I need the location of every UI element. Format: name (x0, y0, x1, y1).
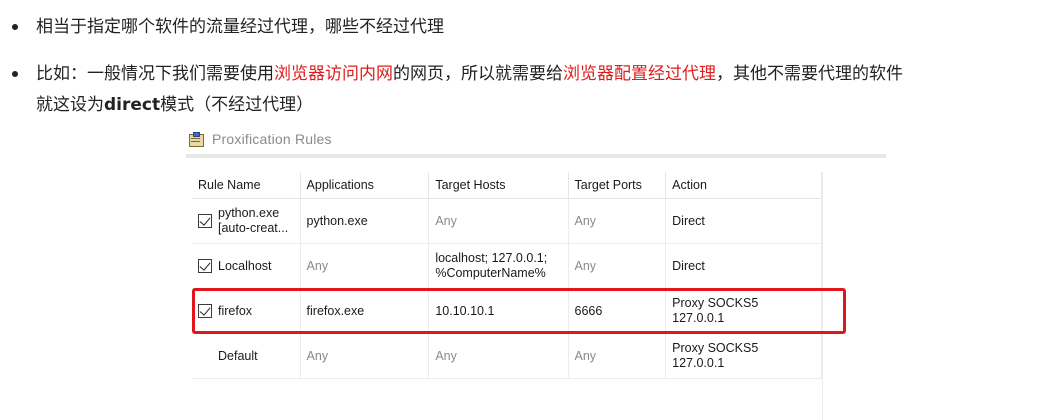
target-hosts-cell: localhost; 127.0.0.1; %ComputerName% (428, 243, 569, 289)
action-line2: 127.0.0.1 (672, 311, 725, 325)
target-hosts-line1: localhost; 127.0.0.1; (435, 251, 548, 265)
column-divider (822, 172, 823, 420)
rule-enabled-checkbox[interactable] (198, 259, 212, 273)
bullet-dot (12, 24, 18, 30)
panel-title-bar: Proxification Rules (186, 128, 886, 150)
target-ports-cell: Any (568, 198, 667, 244)
rule-name: Localhost (218, 259, 272, 273)
rule-name-cell: Localhost (192, 243, 301, 289)
panel-title: Proxification Rules (212, 131, 332, 147)
bullet-2-cont-b: 模式（不经过代理） (160, 95, 314, 115)
bullet-2-text-b: 的网页，所以就需要给 (393, 64, 563, 84)
applications-cell: Any (300, 333, 430, 379)
rule-row-python[interactable]: python.exe [auto-creat... python.exe Any… (192, 198, 822, 244)
rules-table: Rule Name Applications Target Hosts Targ… (192, 172, 822, 379)
action-line1: Proxy SOCKS5 (672, 341, 759, 355)
bullet-dot (12, 71, 18, 77)
bullet-2-red-browser-intranet: 浏览器访问内网 (274, 64, 393, 84)
rule-row-firefox[interactable]: firefox firefox.exe 10.10.10.1 6666 Prox… (192, 288, 822, 334)
rules-grid: Rule Name Applications Target Hosts Targ… (192, 172, 886, 420)
rule-name: firefox (218, 304, 253, 318)
bullet-line-2: 比如：一般情况下我们需要使用浏览器访问内网的网页，所以就需要给浏览器配置经过代理… (36, 60, 903, 88)
target-ports-cell: Any (568, 243, 667, 289)
proxification-rules-panel: Proxification Rules Rule Name Applicatio… (186, 128, 886, 420)
action-cell: Proxy SOCKS5 127.0.0.1 (665, 288, 822, 334)
column-header-action[interactable]: Action (665, 172, 822, 199)
bullet-2-text-a: 比如：一般情况下我们需要使用 (36, 64, 274, 84)
bullet-2-text-c: ，其他不需要代理的软件 (716, 64, 903, 84)
bullet-line-2-continuation: 就这设为direct模式（不经过代理） (36, 91, 313, 119)
column-header-target-ports[interactable]: Target Ports (568, 172, 667, 199)
target-ports-cell: 6666 (568, 288, 667, 334)
action-line2: 127.0.0.1 (672, 356, 725, 370)
applications-cell: python.exe (300, 198, 430, 244)
action-cell: Direct (665, 198, 822, 244)
bullet-line-1: 相当于指定哪个软件的流量经过代理，哪些不经过代理 (36, 13, 444, 41)
column-header-target-hosts[interactable]: Target Hosts (428, 172, 569, 199)
rule-enabled-checkbox[interactable] (198, 304, 212, 318)
applications-cell: firefox.exe (300, 288, 430, 334)
rule-row-localhost[interactable]: Localhost Any localhost; 127.0.0.1; %Com… (192, 243, 822, 289)
rule-name: Default (218, 349, 258, 363)
bullet-2-cont-direct: direct (104, 95, 161, 115)
bullet-2-cont-a: 就这设为 (36, 95, 104, 115)
target-hosts-cell: 10.10.10.1 (428, 288, 569, 334)
rules-list-icon (188, 131, 204, 147)
target-ports-cell: Any (568, 333, 667, 379)
column-header-rule-name[interactable]: Rule Name (192, 172, 301, 199)
action-line1: Proxy SOCKS5 (672, 296, 759, 310)
rule-name-cell: firefox (192, 288, 301, 334)
applications-cell: Any (300, 243, 430, 289)
column-header-applications[interactable]: Applications (300, 172, 430, 199)
rule-name-line2: [auto-creat... (218, 221, 289, 235)
target-hosts-line2: %ComputerName% (435, 266, 546, 280)
bullet-2-red-browser-proxy: 浏览器配置经过代理 (563, 64, 716, 84)
rule-name-cell: python.exe [auto-creat... (192, 198, 301, 244)
action-cell: Direct (665, 243, 822, 289)
panel-divider (186, 154, 886, 158)
rule-row-default[interactable]: Default Any Any Any Proxy SOCKS5 127.0.0… (192, 333, 822, 379)
bullet-1-text: 相当于指定哪个软件的流量经过代理，哪些不经过代理 (36, 17, 444, 37)
target-hosts-cell: Any (428, 198, 569, 244)
rule-name-cell: Default (192, 333, 301, 379)
rule-name-line1: python.exe (218, 206, 280, 220)
action-cell: Proxy SOCKS5 127.0.0.1 (665, 333, 822, 379)
table-header-row: Rule Name Applications Target Hosts Targ… (192, 172, 822, 199)
target-hosts-cell: Any (428, 333, 569, 379)
rule-enabled-checkbox[interactable] (198, 214, 212, 228)
